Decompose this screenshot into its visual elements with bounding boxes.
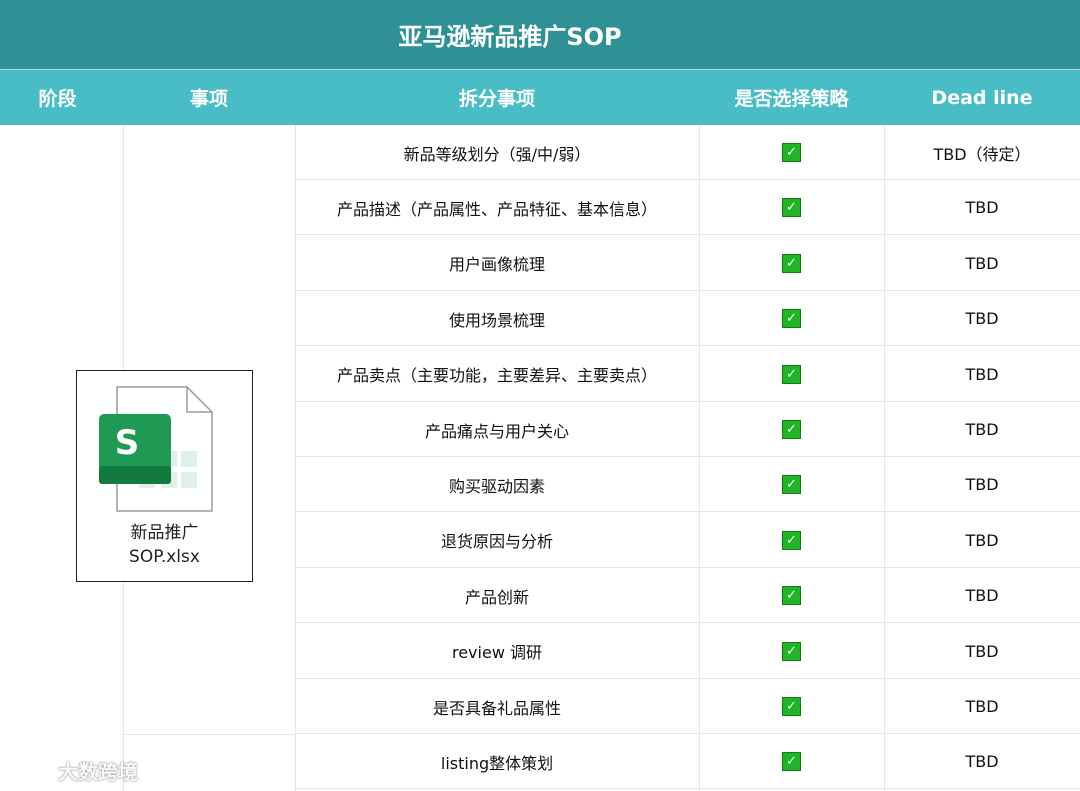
header-strategy[interactable]: 是否选择策略 bbox=[699, 70, 884, 125]
sheet-title-bar: 亚马逊新品推广SOP bbox=[0, 0, 1080, 70]
spreadsheet-file-icon: S bbox=[99, 386, 213, 512]
deadline-cell[interactable]: TBD bbox=[884, 236, 1080, 291]
subtask-cell[interactable]: 新品等级划分（强/中/弱） bbox=[295, 125, 699, 180]
checkbox-checked-icon[interactable]: ✓ bbox=[782, 420, 801, 439]
checkbox-checked-icon[interactable]: ✓ bbox=[782, 253, 801, 273]
deadline-cell[interactable]: TBD bbox=[884, 679, 1080, 734]
header-deadline[interactable]: Dead line bbox=[884, 70, 1080, 125]
table-row: 产品描述（产品属性、产品特征、基本信息） ✓ TBD bbox=[295, 180, 1080, 236]
deadline-cell[interactable]: TBD bbox=[884, 734, 1080, 789]
strategy-cell[interactable]: ✓ bbox=[699, 457, 884, 512]
grid-line bbox=[295, 788, 1080, 790]
strategy-cell[interactable]: ✓ bbox=[699, 125, 884, 180]
strategy-cell[interactable]: ✓ bbox=[699, 236, 884, 291]
subtask-cell[interactable]: 产品痛点与用户关心 bbox=[295, 402, 699, 457]
file-name-line1: 新品推广 bbox=[130, 523, 199, 543]
checkbox-checked-icon[interactable]: ✓ bbox=[782, 697, 801, 716]
strategy-cell[interactable]: ✓ bbox=[699, 568, 884, 623]
subtask-cell[interactable]: 产品创新 bbox=[295, 568, 699, 623]
table-row: 用户画像梳理 ✓ TBD bbox=[295, 236, 1080, 291]
watermark-text: 大数跨境 bbox=[58, 759, 138, 784]
checkbox-checked-icon[interactable]: ✓ bbox=[782, 475, 801, 495]
deadline-cell[interactable]: TBD bbox=[884, 624, 1080, 679]
subtask-cell[interactable]: 退货原因与分析 bbox=[295, 513, 699, 568]
subtask-cell[interactable]: 是否具备礼品属性 bbox=[295, 679, 699, 734]
strategy-cell[interactable]: ✓ bbox=[699, 402, 884, 457]
deadline-cell[interactable]: TBD bbox=[884, 291, 1080, 346]
subtask-cell[interactable]: 用户画像梳理 bbox=[295, 236, 699, 291]
checkbox-checked-icon[interactable]: ✓ bbox=[782, 530, 801, 550]
table-row: 产品痛点与用户关心 ✓ TBD bbox=[295, 402, 1080, 457]
column-header-row: 阶段 事项 拆分事项 是否选择策略 Dead line bbox=[0, 70, 1080, 125]
subtask-cell[interactable]: listing整体策划 bbox=[295, 734, 699, 789]
embedded-file-attachment[interactable]: S 新品推广 SOP.xlsx bbox=[76, 370, 253, 582]
deadline-cell[interactable]: TBD bbox=[884, 180, 1080, 235]
subtask-cell[interactable]: 使用场景梳理 bbox=[295, 291, 699, 346]
strategy-cell[interactable]: ✓ bbox=[699, 291, 884, 346]
table-row: 退货原因与分析 ✓ TBD bbox=[295, 513, 1080, 568]
strategy-cell[interactable]: ✓ bbox=[699, 347, 884, 402]
table-row: 产品卖点（主要功能，主要差异、主要卖点） ✓ TBD bbox=[295, 347, 1080, 402]
watermark-logo-icon bbox=[8, 759, 50, 782]
sheet-title: 亚马逊新品推广SOP bbox=[398, 23, 622, 51]
subtask-cell[interactable]: 产品卖点（主要功能，主要差异、主要卖点） bbox=[295, 347, 699, 402]
subtask-cell[interactable]: 购买驱动因素 bbox=[295, 457, 699, 512]
deadline-cell[interactable]: TBD bbox=[884, 457, 1080, 512]
file-name: 新品推广 SOP.xlsx bbox=[77, 521, 252, 569]
watermark: 大数跨境 bbox=[8, 752, 138, 788]
spreadsheet-icon-letter: S bbox=[115, 423, 140, 463]
checkbox-checked-icon[interactable]: ✓ bbox=[782, 198, 801, 218]
header-item[interactable]: 事项 bbox=[123, 70, 295, 125]
checkbox-checked-icon[interactable]: ✓ bbox=[782, 309, 801, 329]
subtask-cell[interactable]: 产品描述（产品属性、产品特征、基本信息） bbox=[295, 180, 699, 235]
strategy-cell[interactable]: ✓ bbox=[699, 624, 884, 679]
deadline-cell[interactable]: TBD bbox=[884, 402, 1080, 457]
table-row: 使用场景梳理 ✓ TBD bbox=[295, 291, 1080, 347]
checkbox-checked-icon[interactable]: ✓ bbox=[782, 143, 801, 162]
file-name-line2: SOP.xlsx bbox=[129, 547, 200, 567]
table-row: 购买驱动因素 ✓ TBD bbox=[295, 457, 1080, 513]
table-row: 新品等级划分（强/中/弱） ✓ TBD（待定） bbox=[295, 125, 1080, 180]
table-row: review 调研 ✓ TBD bbox=[295, 624, 1080, 679]
strategy-cell[interactable]: ✓ bbox=[699, 734, 884, 789]
subtask-cell[interactable]: review 调研 bbox=[295, 624, 699, 679]
grid-line bbox=[123, 734, 295, 735]
strategy-cell[interactable]: ✓ bbox=[699, 513, 884, 568]
checkbox-checked-icon[interactable]: ✓ bbox=[782, 586, 801, 606]
deadline-cell[interactable]: TBD bbox=[884, 347, 1080, 402]
table-row: listing整体策划 ✓ TBD bbox=[295, 734, 1080, 790]
table-row: 是否具备礼品属性 ✓ TBD bbox=[295, 679, 1080, 734]
strategy-cell[interactable]: ✓ bbox=[699, 679, 884, 734]
checkbox-checked-icon[interactable]: ✓ bbox=[782, 364, 801, 384]
checkbox-checked-icon[interactable]: ✓ bbox=[782, 641, 801, 661]
strategy-cell[interactable]: ✓ bbox=[699, 180, 884, 235]
header-stage[interactable]: 阶段 bbox=[0, 70, 115, 125]
checkbox-checked-icon[interactable]: ✓ bbox=[782, 752, 801, 772]
table-row: 产品创新 ✓ TBD bbox=[295, 568, 1080, 624]
header-subtask[interactable]: 拆分事项 bbox=[295, 70, 699, 125]
deadline-cell[interactable]: TBD bbox=[884, 513, 1080, 568]
deadline-cell[interactable]: TBD bbox=[884, 568, 1080, 623]
deadline-cell[interactable]: TBD（待定） bbox=[884, 125, 1080, 180]
